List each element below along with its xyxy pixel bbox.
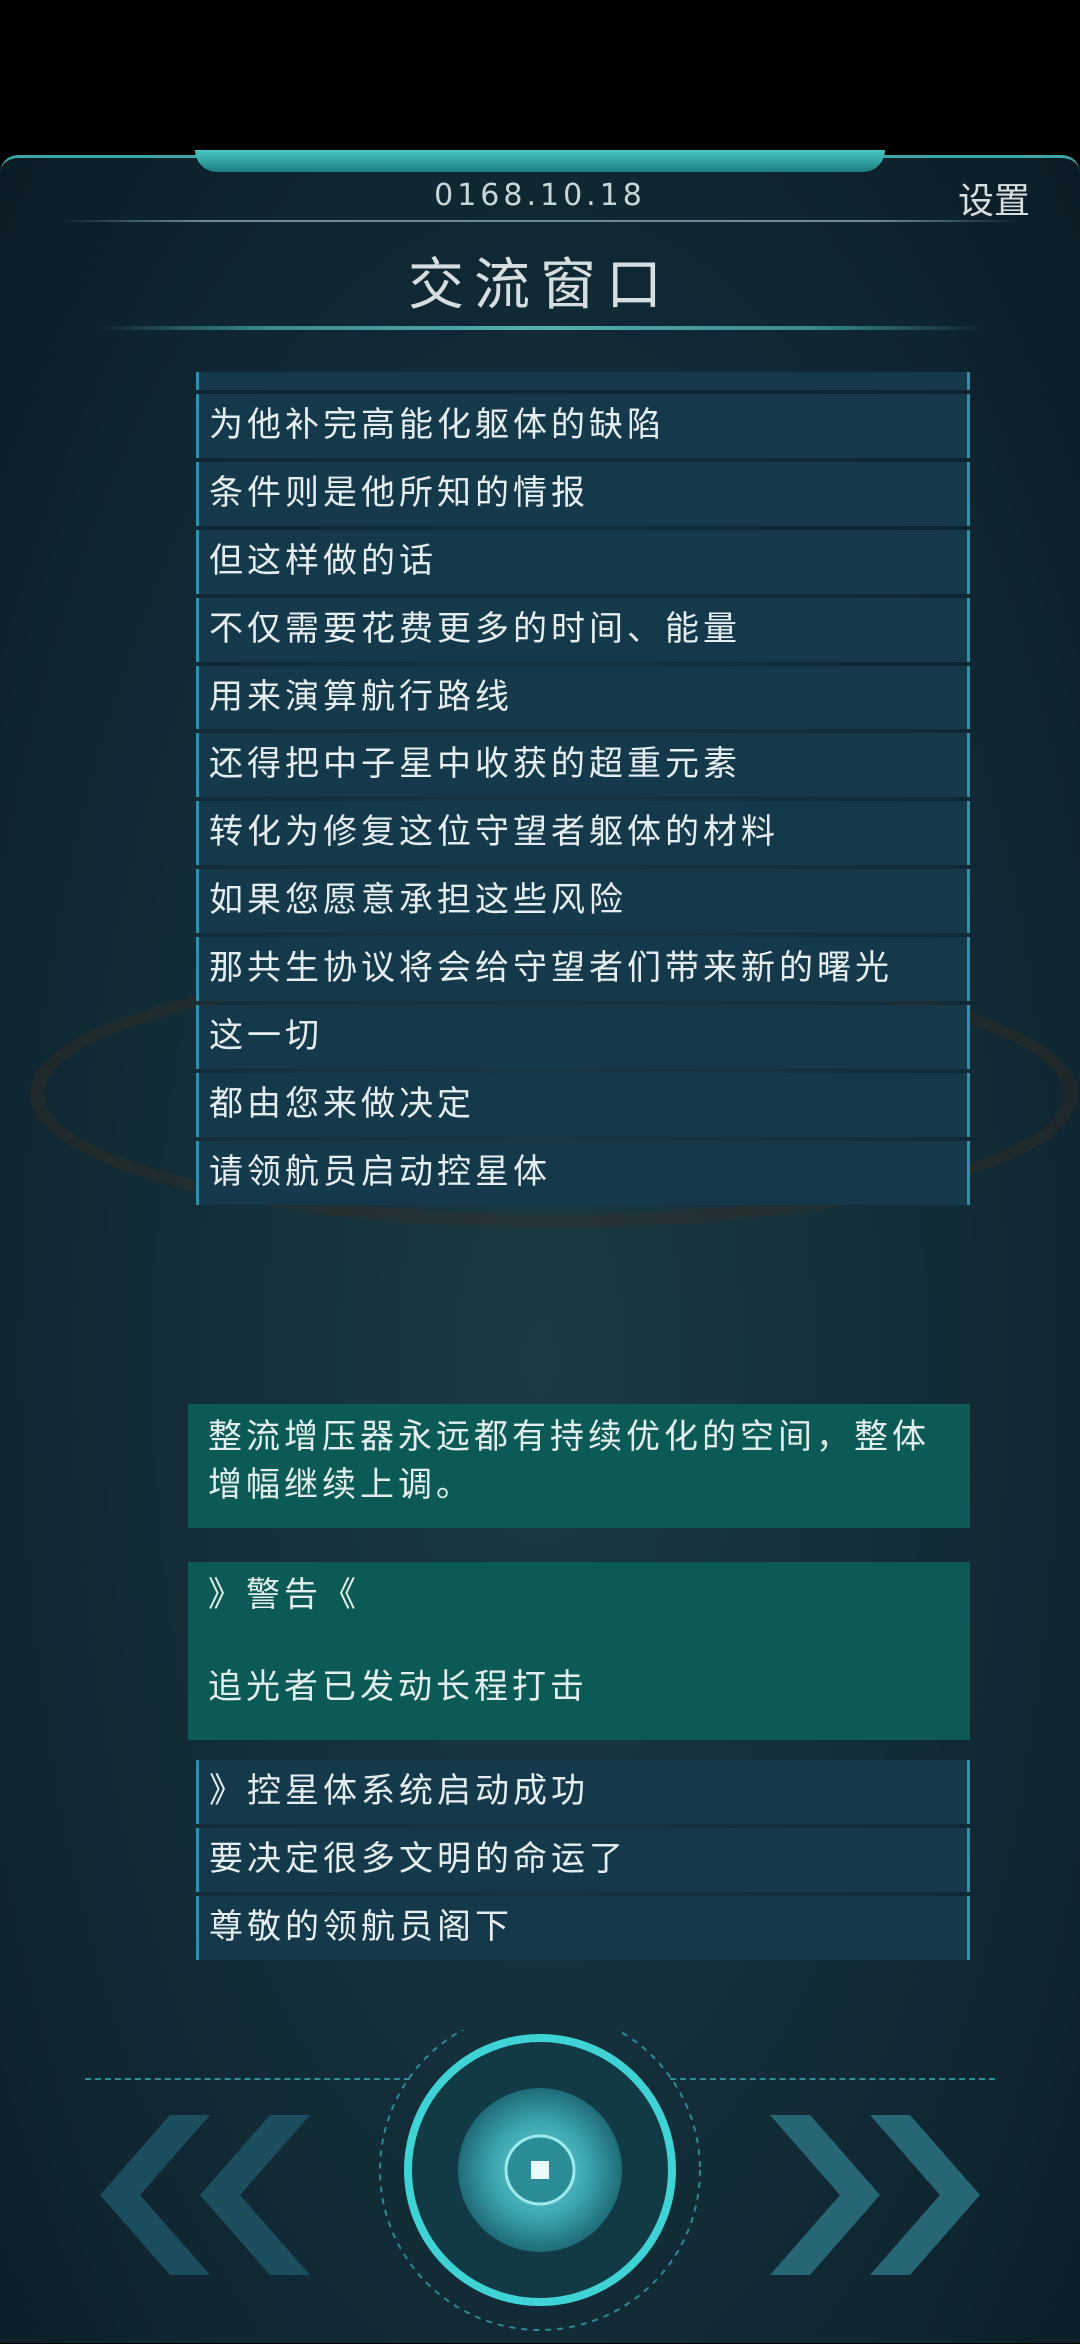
settings-button[interactable]: 设置 bbox=[958, 172, 1030, 224]
status-bar-area bbox=[0, 0, 1080, 155]
core-button[interactable] bbox=[375, 2009, 705, 2340]
warning-notice: 》警告《 追光者已发动长程打击 bbox=[188, 1562, 970, 1740]
panel-top-glow bbox=[195, 150, 885, 172]
message-partial-top bbox=[196, 372, 970, 390]
message-item: 为他补完高能化躯体的缺陷 bbox=[196, 394, 970, 458]
message-list-bottom[interactable]: 》控星体系统启动成功 要决定很多文明的命运了 尊敬的领航员阁下 bbox=[196, 1760, 970, 1982]
message-item: 》控星体系统启动成功 bbox=[196, 1760, 970, 1824]
forward-button[interactable] bbox=[760, 2110, 980, 2280]
date-display: 0168.10.18 bbox=[434, 178, 646, 213]
message-item: 用来演算航行路线 bbox=[196, 665, 970, 730]
control-divider-left bbox=[85, 2078, 410, 2080]
message-item: 都由您来做决定 bbox=[196, 1072, 970, 1137]
message-item: 如果您愿意承担这些风险 bbox=[196, 869, 970, 934]
control-divider-right bbox=[670, 2078, 995, 2080]
message-item: 这一切 bbox=[196, 1005, 970, 1069]
upgrade-notice: 整流增压器永远都有持续优化的空间，整体增幅继续上调。 bbox=[188, 1404, 970, 1528]
page-title: 交流窗口 bbox=[408, 253, 672, 318]
message-item: 还得把中子星中收获的超重元素 bbox=[196, 733, 970, 798]
message-item: 请领航员启动控星体 bbox=[196, 1140, 970, 1205]
message-item: 条件则是他所知的情报 bbox=[196, 461, 970, 526]
message-list[interactable]: 为他补完高能化躯体的缺陷 条件则是他所知的情报 但这样做的话 不仅需要花费更多的… bbox=[196, 372, 970, 1384]
message-item: 尊敬的领航员阁下 bbox=[196, 1895, 970, 1960]
message-item: 不仅需要花费更多的时间、能量 bbox=[196, 597, 970, 662]
back-button[interactable] bbox=[100, 2110, 320, 2280]
message-item: 要决定很多文明的命运了 bbox=[196, 1827, 970, 1892]
warning-body: 追光者已发动长程打击 bbox=[208, 1666, 588, 1707]
warning-title: 》警告《 bbox=[208, 1575, 360, 1615]
upgrade-notice-text: 整流增压器永远都有持续优化的空间，整体增幅继续上调。 bbox=[208, 1417, 930, 1505]
message-item: 那共生协议将会给守望者们带来新的曙光 bbox=[196, 937, 970, 1002]
message-item: 但这样做的话 bbox=[196, 529, 970, 594]
core-button-icon bbox=[379, 2009, 701, 2331]
header-divider bbox=[60, 220, 1020, 222]
title-divider bbox=[95, 326, 985, 330]
double-chevron-right-icon bbox=[770, 2115, 980, 2275]
message-item: 转化为修复这位守望者躯体的材料 bbox=[196, 801, 970, 866]
double-chevron-left-icon bbox=[100, 2115, 310, 2275]
